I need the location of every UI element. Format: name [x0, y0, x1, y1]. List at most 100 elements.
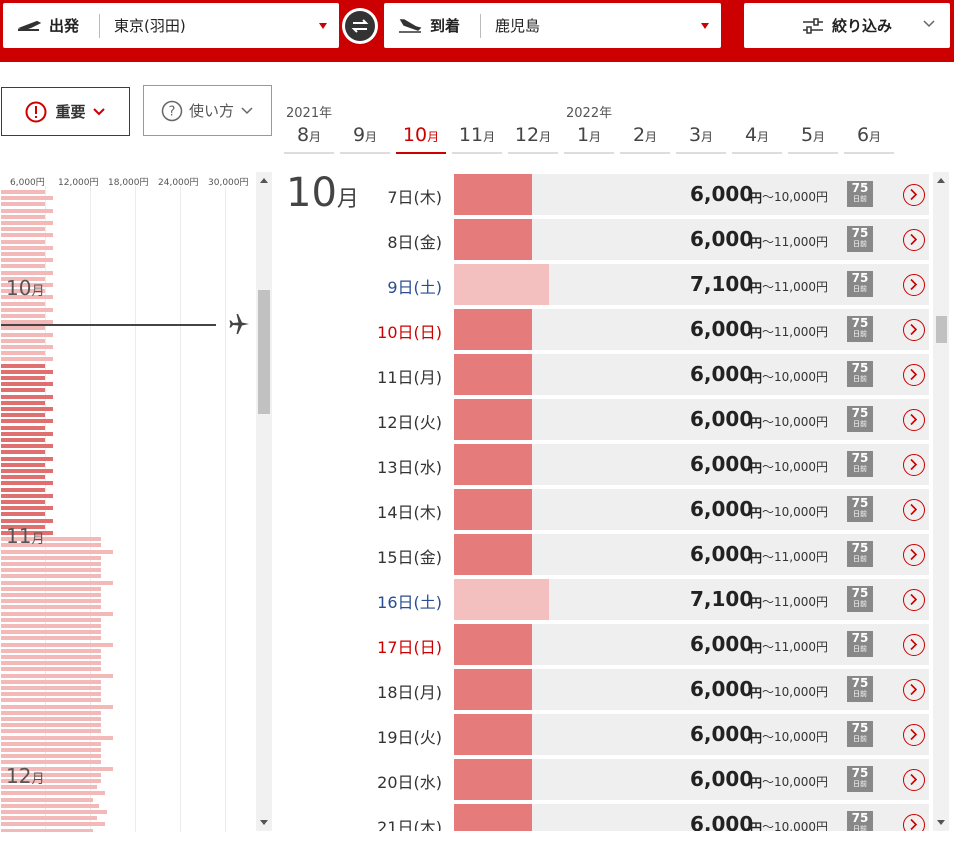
fare-date: 15日(金): [377, 548, 442, 567]
chevron-right-icon[interactable]: [903, 634, 925, 656]
chevron-right-icon[interactable]: [903, 274, 925, 296]
graph-bar: [1, 555, 101, 560]
fare-row[interactable]: 17日(日) 6,000 円～11,000円 75 日前: [360, 624, 929, 665]
scroll-up-arrow-icon[interactable]: [260, 178, 268, 183]
yen-unit: 円: [750, 371, 763, 385]
graph-bar: [1, 617, 101, 622]
advance-days-badge: 75 日前: [847, 496, 873, 522]
tab-month-9[interactable]: 9月: [340, 124, 390, 154]
tab-month-3[interactable]: 3月: [676, 124, 726, 154]
scrollbar-thumb[interactable]: [258, 290, 270, 414]
chevron-right-icon[interactable]: [903, 454, 925, 476]
tab-month-12[interactable]: 12月: [508, 124, 558, 154]
fare-range: ～10,000円: [762, 820, 828, 831]
fare-row[interactable]: 21日(木) 6,000 円～10,000円 75 日前: [360, 804, 929, 831]
chevron-right-icon[interactable]: [903, 319, 925, 341]
gridline: [225, 186, 226, 832]
price-overview-graph[interactable]: 6,000円 12,000円 18,000円 24,000円 30,000円 1…: [0, 172, 272, 832]
gridline: [180, 186, 181, 832]
important-notice-button[interactable]: 重要: [1, 87, 130, 136]
graph-bar: [1, 258, 53, 263]
fare-date: 18日(月): [377, 683, 442, 702]
fare-row[interactable]: 13日(水) 6,000 円～10,000円 75 日前: [360, 444, 929, 485]
graph-bar: [1, 444, 53, 449]
tab-month-11[interactable]: 11月: [452, 124, 502, 154]
chevron-right-icon[interactable]: [903, 814, 925, 831]
fare-row[interactable]: 9日(土) 7,100 円～11,000円 75 日前: [360, 264, 929, 305]
fare-date: 8日(金): [387, 233, 442, 252]
tab-month-4[interactable]: 4月: [732, 124, 782, 154]
scrollbar-thumb[interactable]: [936, 316, 947, 343]
howto-button[interactable]: ? 使い方: [143, 85, 272, 136]
fare-row[interactable]: 7日(木) 6,000 円～10,000円 75 日前: [360, 174, 929, 215]
graph-bar: [1, 655, 101, 659]
graph-bar: [1, 400, 45, 405]
sliders-icon: [802, 17, 823, 34]
scroll-down-arrow-icon[interactable]: [260, 820, 268, 825]
fare-row[interactable]: 8日(金) 6,000 円～11,000円 75 日前: [360, 219, 929, 260]
fare-price: 7,100: [690, 587, 754, 611]
graph-bar: [1, 512, 45, 517]
chevron-right-icon[interactable]: [903, 184, 925, 206]
swap-icon: [345, 11, 375, 41]
graph-bar: [1, 679, 101, 684]
graph-bar: [1, 363, 45, 368]
chevron-right-icon[interactable]: [903, 589, 925, 611]
chevron-right-icon[interactable]: [903, 724, 925, 746]
important-label: 重要: [55, 103, 86, 121]
fare-price: 6,000: [690, 722, 754, 746]
departure-value: 東京(羽田): [114, 17, 186, 35]
advance-days-badge: 75 日前: [847, 766, 873, 792]
chevron-right-icon[interactable]: [903, 544, 925, 566]
chevron-right-icon[interactable]: [903, 499, 925, 521]
graph-bar: [1, 816, 97, 821]
tab-month-2[interactable]: 2月: [620, 124, 670, 154]
fare-row[interactable]: 20日(水) 6,000 円～10,000円 75 日前: [360, 759, 929, 800]
chevron-right-icon[interactable]: [903, 679, 925, 701]
yen-unit: 円: [750, 551, 763, 565]
advance-days-badge: 75 日前: [847, 811, 873, 831]
fare-row[interactable]: 12日(火) 6,000 円～10,000円 75 日前: [360, 399, 929, 440]
graph-bar: [1, 568, 101, 573]
chevron-right-icon[interactable]: [903, 409, 925, 431]
fare-row[interactable]: 15日(金) 6,000 円～11,000円 75 日前: [360, 534, 929, 575]
fare-bar: [454, 714, 532, 755]
departure-selector[interactable]: 出発 東京(羽田): [3, 3, 339, 48]
tab-month-10[interactable]: 10月: [396, 124, 446, 154]
filter-button[interactable]: 絞り込み: [744, 3, 950, 48]
fare-range: ～10,000円: [762, 505, 828, 519]
scroll-up-arrow-icon[interactable]: [937, 178, 945, 183]
advance-days-badge: 75 日前: [847, 271, 873, 297]
yen-unit: 円: [750, 326, 763, 340]
graph-bar: [1, 599, 101, 604]
landing-icon: [399, 18, 422, 33]
scroll-down-arrow-icon[interactable]: [937, 820, 945, 825]
fare-range: ～10,000円: [762, 370, 828, 384]
chevron-right-icon[interactable]: [903, 364, 925, 386]
fare-row[interactable]: 18日(月) 6,000 円～10,000円 75 日前: [360, 669, 929, 710]
fare-row[interactable]: 19日(火) 6,000 円～10,000円 75 日前: [360, 714, 929, 755]
arrival-selector[interactable]: 到着 鹿児島: [384, 3, 721, 48]
graph-bar: [1, 822, 105, 827]
yen-unit: 円: [750, 281, 763, 295]
advance-days-badge: 75 日前: [847, 676, 873, 702]
yen-unit: 円: [750, 416, 763, 430]
tab-month-5[interactable]: 5月: [788, 124, 838, 154]
tab-month-1[interactable]: 1月: [564, 124, 614, 154]
year-label-2021: 2021年: [286, 106, 333, 121]
chevron-right-icon[interactable]: [903, 229, 925, 251]
graph-bar: [1, 314, 45, 318]
fare-row[interactable]: 11日(月) 6,000 円～10,000円 75 日前: [360, 354, 929, 395]
fare-row[interactable]: 10日(日) 6,000 円～11,000円 75 日前: [360, 309, 929, 350]
fare-bar: [454, 219, 532, 260]
list-scrollbar[interactable]: [933, 172, 949, 831]
graph-bar: [1, 735, 113, 740]
graph-scrollbar[interactable]: [256, 172, 272, 831]
fare-row[interactable]: 14日(木) 6,000 円～10,000円 75 日前: [360, 489, 929, 530]
fare-row[interactable]: 16日(土) 7,100 円～11,000円 75 日前: [360, 579, 929, 620]
swap-button[interactable]: [342, 8, 378, 44]
chevron-right-icon[interactable]: [903, 769, 925, 791]
tab-month-6[interactable]: 6月: [844, 124, 894, 154]
departure-label: 出発: [49, 17, 80, 35]
tab-month-8[interactable]: 8月: [284, 124, 334, 154]
